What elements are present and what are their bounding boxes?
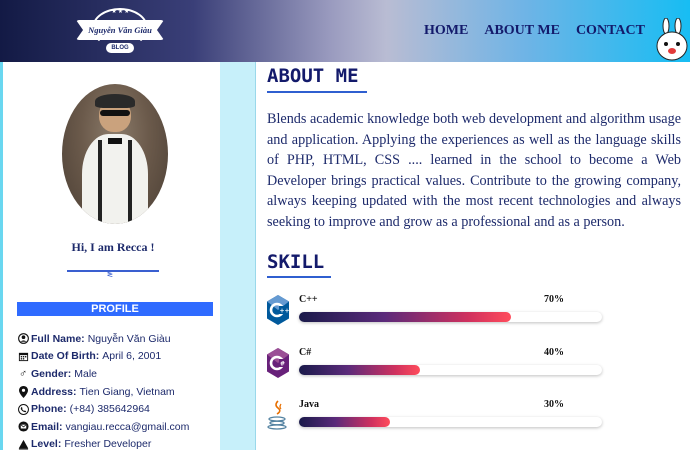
logo-stars: ★★★ <box>111 9 131 15</box>
site-logo[interactable]: ★★★ Nguyễn Văn Giàu BLOG <box>74 6 166 58</box>
user-circle-icon <box>17 333 29 345</box>
info-date-of-birth: Date Of Birth: April 6, 2001 <box>17 348 223 366</box>
profile-heading: PROFILE <box>17 302 213 316</box>
main-nav: HOME ABOUT ME CONTACT <box>424 23 645 39</box>
about-title-underline <box>267 91 367 93</box>
java-logo-icon <box>267 400 287 430</box>
phone-icon <box>17 403 29 415</box>
skill-name: C++ <box>299 294 318 305</box>
email-icon <box>17 421 29 433</box>
info-label: Email: <box>31 420 63 433</box>
male-icon: ♂ <box>18 367 28 380</box>
rabbit-mascot-icon <box>656 18 688 61</box>
info-value: (+84) 385642964 <box>69 403 150 416</box>
skill-progress-track <box>299 417 602 427</box>
level-icon <box>17 438 29 450</box>
nav-home-link[interactable]: HOME <box>424 23 468 39</box>
profile-sidebar: Hi, I am Recca ! ᓬ PROFILE Full Name: Ng… <box>0 62 220 450</box>
logo-blog-label: BLOG <box>106 43 134 53</box>
info-value: Nguyễn Văn Giàu <box>87 332 171 345</box>
skill-title-underline <box>267 276 331 278</box>
info-label: Date Of Birth: <box>31 350 100 363</box>
site-header: ★★★ Nguyễn Văn Giàu BLOG HOME ABOUT ME C… <box>0 0 690 62</box>
skill-progress-track <box>299 365 602 375</box>
logo-name-banner: Nguyễn Văn Giàu <box>76 20 164 40</box>
skill-csharp: # C# 40% <box>266 347 686 387</box>
skill-percent: 70% <box>544 294 564 305</box>
skill-progress-fill <box>299 365 421 375</box>
skill-percent: 40% <box>544 347 564 358</box>
info-value: Tien Giang, Vietnam <box>79 385 175 398</box>
greeting-divider <box>67 270 159 272</box>
skill-progress-fill <box>299 417 390 427</box>
skill-java: Java 30% <box>266 399 686 439</box>
profile-info-list: Full Name: Nguyễn Văn Giàu Date Of Birth… <box>17 330 223 450</box>
skill-percent: 30% <box>544 399 564 410</box>
info-label: Address: <box>31 385 77 398</box>
info-email: Email: vangiau.recca@gmail.com <box>17 418 223 436</box>
info-label: Full Name: <box>31 332 85 345</box>
info-value: Fresher Developer <box>64 438 152 450</box>
skill-progress-track <box>299 312 602 322</box>
skill-name: Java <box>299 399 319 410</box>
avatar <box>62 84 168 224</box>
info-label: Gender: <box>31 367 72 380</box>
info-label: Level: <box>31 438 62 450</box>
info-value: Male <box>74 367 98 380</box>
info-value: April 6, 2001 <box>102 350 162 363</box>
info-value[interactable]: vangiau.recca@gmail.com <box>66 421 190 433</box>
calendar-icon <box>17 350 29 362</box>
svg-text:#: # <box>280 361 285 368</box>
greeting-text: Hi, I am Recca ! <box>71 240 155 254</box>
about-title: ABOUT ME <box>267 65 359 87</box>
nav-contact-link[interactable]: CONTACT <box>576 23 645 39</box>
info-label: Phone: <box>31 403 67 416</box>
skill-name: C# <box>299 347 312 358</box>
about-text: Blends academic knowledge both web devel… <box>267 111 681 230</box>
svg-text:++: ++ <box>280 308 290 315</box>
csharp-logo-icon: # <box>267 348 289 378</box>
info-full-name: Full Name: Nguyễn Văn Giàu <box>17 330 223 348</box>
info-gender: ♂ Gender: Male <box>17 365 223 383</box>
main-content: ABOUT ME Blends academic knowledge both … <box>256 62 690 450</box>
map-pin-icon <box>17 385 29 398</box>
skill-cpp: ++ C++ 70% <box>266 294 686 334</box>
skill-progress-fill <box>299 312 512 322</box>
column-separator <box>220 62 256 450</box>
info-phone: Phone: (+84) 385642964 <box>17 400 223 418</box>
nav-about-link[interactable]: ABOUT ME <box>484 23 560 39</box>
skill-title: SKILL <box>267 251 325 273</box>
info-address: Address: Tien Giang, Vietnam <box>17 383 223 401</box>
cpp-logo-icon: ++ <box>267 295 290 325</box>
divider-ornament-icon: ᓬ <box>107 270 113 279</box>
info-level: Level: Fresher Developer <box>17 436 223 450</box>
